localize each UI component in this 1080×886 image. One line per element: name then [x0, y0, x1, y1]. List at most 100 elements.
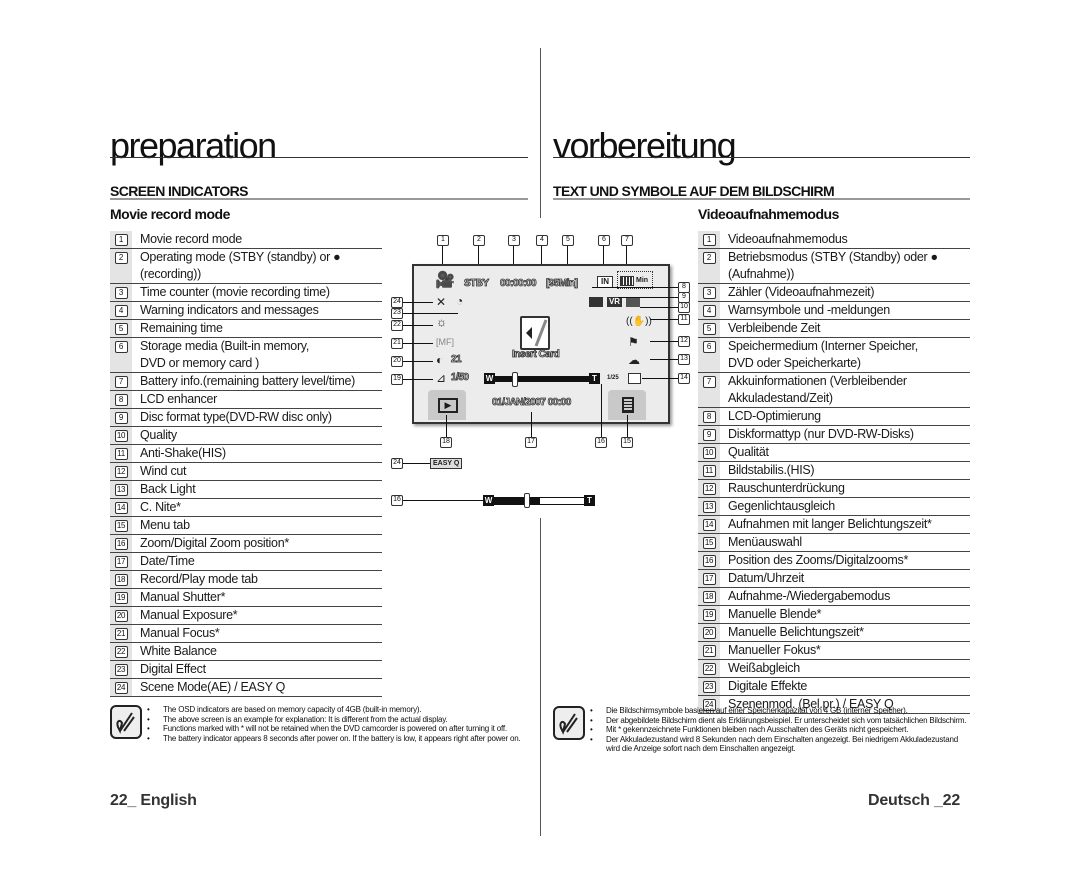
- item-number-badge: 22: [702, 663, 716, 675]
- item-text-line: LCD-Optimierung: [728, 409, 821, 423]
- list-item: 1 Videoaufnahmemodus: [698, 231, 970, 249]
- item-number-badge: 5: [702, 323, 716, 335]
- item-number: 16: [110, 535, 132, 552]
- record-play-mode-tab[interactable]: ▶: [428, 390, 466, 420]
- zoom-bar[interactable]: [495, 376, 589, 382]
- item-text: Manuelle Belichtungszeit*: [720, 624, 970, 641]
- list-item: 5 Verbleibende Zeit: [698, 320, 970, 338]
- item-number-badge: 7: [114, 376, 128, 388]
- digital-zoom-bar[interactable]: [494, 497, 586, 505]
- item-number: 21: [110, 625, 132, 642]
- item-text: Disc format type(DVD-RW disc only): [132, 409, 382, 426]
- remaining-time: [95Min]: [546, 278, 579, 290]
- callout-17: 17: [525, 437, 537, 448]
- item-number-badge: 11: [702, 465, 716, 477]
- item-text-line: Betriebsmodus (STBY (Standby) oder ●: [728, 250, 938, 264]
- item-number: 15: [110, 517, 132, 534]
- leader-line: [403, 500, 483, 501]
- note-item: Functions marked with * will not be reta…: [145, 724, 525, 734]
- note-item: Die Bildschirmsymbole basieren auf einer…: [588, 706, 973, 716]
- leader-line: [567, 246, 568, 266]
- item-number-badge: 17: [702, 573, 716, 585]
- item-text-line: Operating mode (STBY (standby) or ●: [140, 250, 341, 264]
- item-text-line: Akkuladestand/Zeit): [728, 391, 833, 405]
- anti-shake-icon: ((✋)): [626, 316, 652, 327]
- list-item: 8 LCD enhancer: [110, 391, 382, 409]
- item-text: Warnsymbole und -meldungen: [720, 302, 970, 319]
- list-item: 22 Weißabgleich: [698, 660, 970, 678]
- item-number: 14: [698, 516, 720, 533]
- title-rule-en: [110, 157, 528, 158]
- shutter-value: 1/50: [451, 372, 470, 384]
- item-number-badge: 3: [702, 287, 716, 299]
- item-number-badge: 2: [114, 252, 128, 264]
- manual-exposure-icon: ◐: [436, 353, 444, 367]
- item-number: 10: [698, 444, 720, 461]
- item-number: 6: [698, 338, 720, 372]
- item-number: 4: [698, 302, 720, 319]
- item-number: 12: [110, 463, 132, 480]
- zoom-position-handle[interactable]: [511, 372, 518, 387]
- item-number: 17: [698, 570, 720, 587]
- note-item: The OSD indicators are based on memory c…: [145, 705, 525, 715]
- list-item: 4 Warnsymbole und -meldungen: [698, 302, 970, 320]
- zoom-tele-label: T: [589, 373, 600, 384]
- note-item: The above screen is an example for expla…: [145, 715, 525, 725]
- insert-card-icon: [520, 316, 550, 350]
- item-text-line: DVD or memory card ): [140, 356, 260, 370]
- list-item: 6 Speichermedium (Interner Speicher, DVD o…: [698, 338, 970, 373]
- leader-line: [403, 379, 433, 380]
- item-text-line: Storage media (Built-in memory,: [140, 339, 310, 353]
- item-number: 1: [698, 231, 720, 248]
- list-item: 12 Rauschunterdrückung: [698, 480, 970, 498]
- item-text-line: DVD oder Speicherkarte): [728, 356, 861, 370]
- movie-camera-icon: 🎥: [435, 272, 455, 289]
- callout-11: 11: [678, 314, 690, 325]
- zoom-wide-label: W: [484, 373, 495, 384]
- list-item: 4 Warning indicators and messages: [110, 302, 382, 320]
- list-item: 12 Wind cut: [110, 463, 382, 481]
- item-number-badge: 16: [702, 555, 716, 567]
- item-text-line: Position des Zooms/Digitalzooms*: [728, 553, 909, 567]
- item-text: C. Nite*: [132, 499, 382, 516]
- item-text: Scene Mode(AE) / EASY Q: [132, 679, 382, 696]
- digital-zoom-wide-label: W: [483, 495, 494, 506]
- item-number: 8: [698, 408, 720, 425]
- notes-en: The OSD indicators are based on memory c…: [145, 705, 525, 743]
- digital-zoom-handle[interactable]: [523, 493, 530, 508]
- page-divider-bottom: [540, 518, 541, 836]
- page-title-de: vorbereitung: [553, 125, 737, 166]
- item-text: Quality: [132, 427, 382, 444]
- item-text-line: Record/Play mode tab: [140, 572, 258, 586]
- item-number-badge: 4: [702, 305, 716, 317]
- leader-line: [442, 246, 443, 266]
- digital-effect-icon: ◔: [456, 294, 464, 308]
- item-text: Bildstabilis.(HIS): [720, 462, 970, 479]
- item-text: Speichermedium (Interner Speicher, DVD od…: [720, 338, 970, 372]
- back-light-icon: ☁: [628, 353, 640, 367]
- leader-line: [478, 246, 479, 266]
- list-item: 13 Gegenlichtausgleich: [698, 498, 970, 516]
- item-number: 10: [110, 427, 132, 444]
- item-text: Wind cut: [132, 463, 382, 480]
- list-item: 24 Scene Mode(AE) / EASY Q: [110, 679, 382, 697]
- insert-card-message: Insert Card: [512, 349, 561, 361]
- callout-4: 4: [536, 235, 548, 246]
- item-number-badge: 10: [702, 447, 716, 459]
- item-text: Date/Time: [132, 553, 382, 570]
- item-text-line: Warning indicators and messages: [140, 303, 319, 317]
- battery-level: [620, 276, 634, 286]
- item-number: 18: [698, 588, 720, 605]
- item-number: 20: [110, 607, 132, 624]
- item-number: 3: [110, 284, 132, 301]
- item-text-line: (recording)): [140, 267, 201, 281]
- list-item: 14 C. Nite*: [110, 499, 382, 517]
- item-text-line: White Balance: [140, 644, 217, 658]
- item-text-line: Diskformattyp (nur DVD-RW-Disks): [728, 427, 914, 441]
- list-item: 3 Time counter (movie recording time): [110, 284, 382, 302]
- note-item: Mit * gekennzeichnete Funktionen bleiben…: [588, 725, 973, 735]
- leader-line: [618, 297, 678, 298]
- manual-focus-icon: [MF]: [436, 337, 454, 347]
- leader-line: [650, 341, 678, 342]
- indicator-list-de: 1 Videoaufnahmemodus 2 Betriebsmodus (STBY …: [698, 231, 970, 714]
